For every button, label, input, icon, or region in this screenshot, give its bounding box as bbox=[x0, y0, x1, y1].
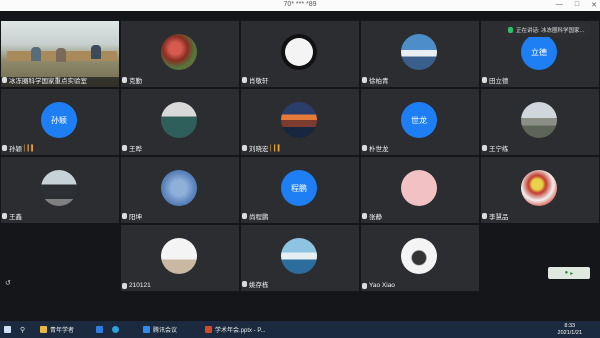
avatar bbox=[281, 102, 317, 138]
signal-icon: ▏▎▍ bbox=[270, 145, 283, 152]
microphone-muted-icon bbox=[482, 145, 487, 151]
avatar: 立德 bbox=[521, 34, 557, 70]
participant-name: 王鑫 bbox=[2, 211, 22, 221]
microphone-muted-icon bbox=[362, 145, 367, 151]
avatar: 世龙 bbox=[401, 102, 437, 138]
microphone-muted-icon bbox=[122, 145, 127, 151]
microphone-muted-icon bbox=[242, 281, 247, 287]
participant-tile[interactable]: 肖敬轩 bbox=[241, 21, 359, 87]
participant-name: 王宁练 bbox=[482, 143, 509, 153]
participant-tile[interactable]: 姚存栋 bbox=[241, 225, 359, 291]
participant-name: 田立德 bbox=[482, 75, 509, 85]
microphone-muted-icon bbox=[362, 77, 367, 83]
microphone-muted-icon bbox=[242, 77, 247, 83]
microphone-muted-icon bbox=[2, 77, 7, 83]
title-bar: 70* *** *89 — □ ✕ bbox=[0, 0, 600, 11]
avatar bbox=[401, 34, 437, 70]
avatar bbox=[401, 238, 437, 274]
participant-name: 阳坤 bbox=[122, 211, 142, 221]
avatar bbox=[281, 34, 317, 70]
avatar bbox=[521, 102, 557, 138]
microphone-muted-icon bbox=[122, 77, 127, 83]
minimize-button[interactable]: — bbox=[556, 1, 563, 9]
microphone-muted-icon bbox=[2, 213, 7, 219]
avatar bbox=[161, 102, 197, 138]
speaking-text: 正在讲话: 冰冻圈科学国家... bbox=[516, 28, 585, 34]
participant-name: 张静 bbox=[362, 211, 382, 221]
microphone-muted-icon bbox=[362, 282, 367, 289]
participant-tile[interactable]: 阳坤 bbox=[121, 157, 239, 223]
participant-video[interactable]: 冰冻圈科学国家重点实验室 bbox=[1, 21, 119, 87]
participant-name: Yao Xiao bbox=[362, 282, 395, 289]
microphone-muted-icon bbox=[242, 213, 247, 219]
participant-name: 尚程鹏 bbox=[242, 211, 269, 221]
microphone-muted-icon bbox=[362, 213, 367, 219]
meeting-icon bbox=[143, 326, 150, 333]
microphone-muted-icon bbox=[122, 213, 127, 219]
participant-tile[interactable]: 王晔 bbox=[121, 89, 239, 155]
taskbar: ⚲ 青年学者 腾讯会议 学术年会.pptx - P... 8:33 2021/1… bbox=[0, 321, 600, 338]
close-button[interactable]: ✕ bbox=[591, 1, 597, 9]
participant-tile[interactable]: 世龙朴世龙 bbox=[361, 89, 479, 155]
participant-tile[interactable]: 孙颖 孙颖 ▏▎▍ bbox=[1, 89, 119, 155]
microphone-muted-icon bbox=[2, 145, 7, 151]
microphone-muted-icon bbox=[242, 145, 247, 151]
microphone-icon bbox=[508, 27, 513, 33]
participant-tile[interactable]: 王宁练 bbox=[481, 89, 599, 155]
start-button[interactable] bbox=[4, 323, 11, 336]
powerpoint-icon bbox=[205, 326, 212, 333]
participant-name: 姚存栋 bbox=[242, 279, 269, 289]
avatar bbox=[161, 238, 197, 274]
maximize-button[interactable]: □ bbox=[575, 1, 579, 9]
participant-tile[interactable]: Yao Xiao bbox=[361, 225, 479, 291]
meeting-gallery: 冰冻圈科学国家重点实验室 克勤 肖敬轩 徐柏青 立德 田立德 孙颖 孙颖 ▏▎▍ 王晔 刘晓宏 ▏▎▍… bbox=[0, 11, 600, 321]
avatar: 孙颖 bbox=[41, 102, 77, 138]
microphone-muted-icon bbox=[482, 77, 487, 83]
taskbar-app-1[interactable] bbox=[96, 323, 103, 336]
microphone-muted-icon bbox=[482, 213, 487, 219]
participant-tile[interactable]: 张静 bbox=[361, 157, 479, 223]
participant-tile[interactable]: 刘晓宏 ▏▎▍ bbox=[241, 89, 359, 155]
participant-name: 孙颖 ▏▎▍ bbox=[2, 143, 36, 153]
participant-tile[interactable]: 程鹏尚程鹏 bbox=[241, 157, 359, 223]
participant-name: 肖敬轩 bbox=[242, 75, 269, 85]
participant-name: 王晔 bbox=[122, 143, 142, 153]
participant-tile[interactable]: 徐柏青 bbox=[361, 21, 479, 87]
avatar bbox=[281, 238, 317, 274]
participant-name: 徐柏青 bbox=[362, 75, 389, 85]
speaking-notification: 正在讲话: 冰冻圈科学国家... bbox=[505, 23, 590, 37]
avatar bbox=[161, 170, 197, 206]
exit-icon[interactable]: ↺ bbox=[5, 279, 11, 287]
window-title: 70* *** *89 bbox=[283, 1, 317, 8]
participant-name: 210121 bbox=[122, 282, 151, 289]
search-icon[interactable]: ⚲ bbox=[20, 323, 25, 336]
participant-icon: ● bbox=[564, 270, 569, 276]
avatar: 程鹏 bbox=[281, 170, 317, 206]
participant-name: 朴世龙 bbox=[362, 143, 389, 153]
folder-icon bbox=[40, 326, 47, 333]
avatar bbox=[41, 170, 77, 206]
taskbar-app-2[interactable] bbox=[112, 323, 119, 336]
browser-icon bbox=[112, 326, 119, 333]
participant-tile[interactable]: 李慧品 bbox=[481, 157, 599, 223]
microphone-muted-icon bbox=[122, 282, 127, 289]
taskbar-app-4[interactable]: 学术年会.pptx - P... bbox=[205, 323, 266, 336]
avatar bbox=[161, 34, 197, 70]
participant-name: 冰冻圈科学国家重点实验室 bbox=[2, 75, 87, 85]
signal-icon: ▏▎▍ bbox=[24, 145, 36, 152]
participant-tile[interactable]: 克勤 bbox=[121, 21, 239, 87]
clock: 8:33 2021/1/21 bbox=[557, 323, 582, 336]
avatar bbox=[521, 170, 557, 206]
avatar bbox=[401, 170, 437, 206]
side-toolbar-button[interactable]: ● ▸ bbox=[548, 267, 590, 279]
mail-icon bbox=[96, 326, 103, 333]
participant-tile[interactable]: 210121 bbox=[121, 225, 239, 291]
participant-name: 李慧品 bbox=[482, 211, 509, 221]
participant-name: 克勤 bbox=[122, 75, 142, 85]
taskbar-app-3[interactable]: 腾讯会议 bbox=[143, 323, 177, 336]
participant-name: 刘晓宏 ▏▎▍ bbox=[242, 143, 283, 153]
taskbar-app-0[interactable]: 青年学者 bbox=[40, 323, 74, 336]
participant-tile[interactable]: 王鑫 bbox=[1, 157, 119, 223]
